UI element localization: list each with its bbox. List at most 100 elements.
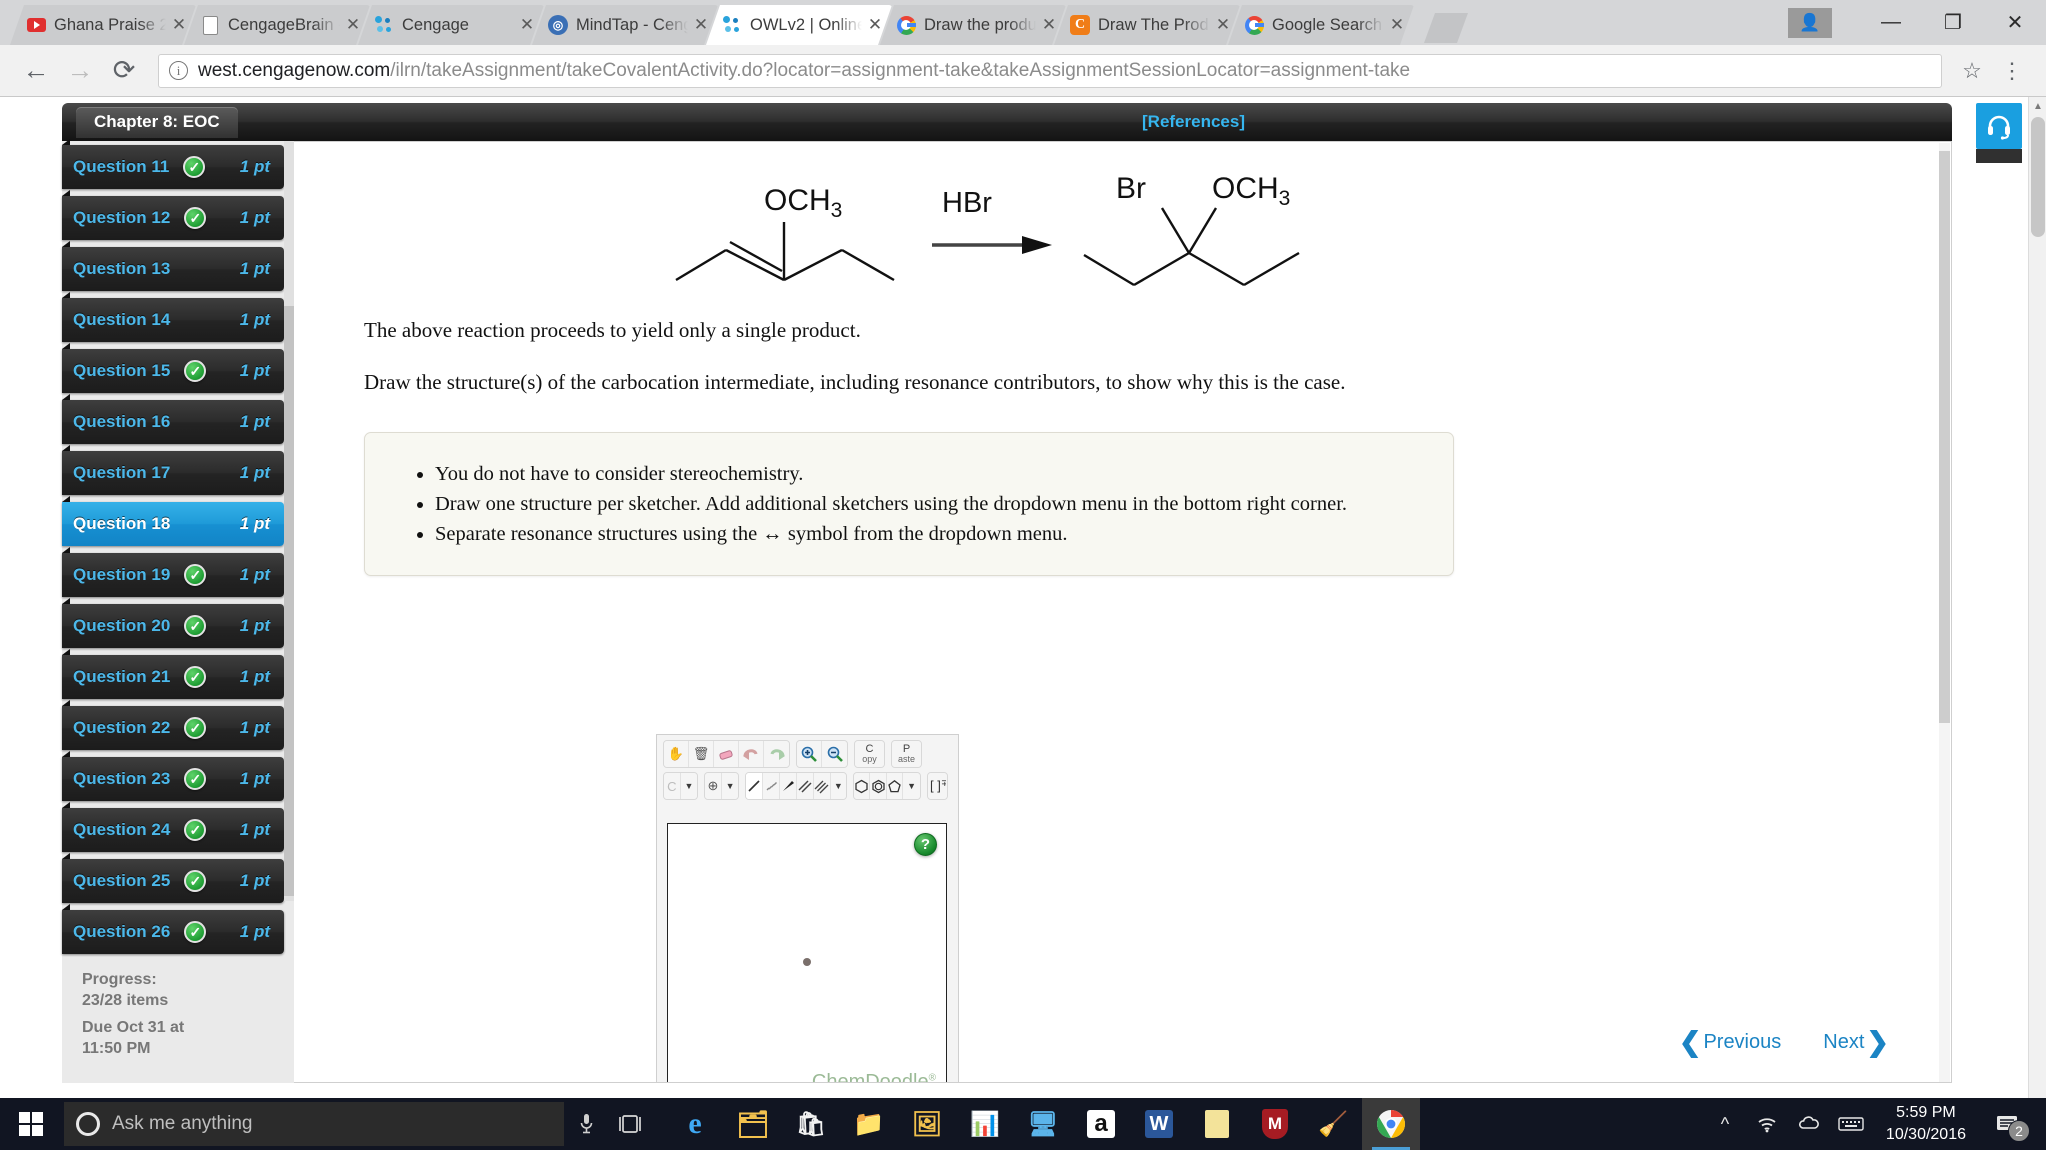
cortana-search-box[interactable]: Ask me anything	[64, 1102, 564, 1146]
tab-close-icon[interactable]: ✕	[1212, 14, 1234, 36]
redo-icon[interactable]	[764, 741, 789, 767]
chrome-icon[interactable]	[1362, 1098, 1420, 1150]
action-center-icon[interactable]: 2	[1980, 1098, 2036, 1150]
copy-icon[interactable]: Copy	[855, 741, 884, 767]
browser-tab[interactable]: C Draw The Produ ✕	[1054, 5, 1240, 45]
cyclohexane-ring-icon[interactable]	[870, 773, 887, 799]
bookmark-star-icon[interactable]: ☆	[1952, 58, 1992, 84]
maximize-button[interactable]: ❐	[1922, 0, 1984, 45]
ccleaner-icon[interactable]: 🧹	[1304, 1098, 1362, 1150]
sidebar-item-question-13[interactable]: Question 13 1 pt	[62, 241, 284, 291]
pictures-folder-icon[interactable]: 🖼	[898, 1098, 956, 1150]
sidebar-item-question-22[interactable]: Question 22 ✓ 1 pt	[62, 700, 284, 750]
sidebar-scrollbar[interactable]	[284, 141, 294, 901]
bracket-charge-icon[interactable]: [ ]∓	[927, 773, 947, 799]
remote-desktop-icon[interactable]: 🖥	[1014, 1098, 1072, 1150]
support-headset-icon[interactable]	[1976, 103, 2022, 149]
sidebar-item-question-26[interactable]: Question 26 ✓ 1 pt	[62, 904, 284, 954]
bond-dropdown-caret-icon[interactable]: ▼	[831, 773, 846, 799]
edge-icon[interactable]: e	[666, 1098, 724, 1150]
tab-close-icon[interactable]: ✕	[1038, 14, 1060, 36]
next-button[interactable]: Next ❯	[1823, 1027, 1889, 1058]
back-button[interactable]: ←	[14, 49, 58, 93]
sidebar-item-question-19[interactable]: Question 19 ✓ 1 pt	[62, 547, 284, 597]
site-info-icon[interactable]: i	[169, 61, 188, 80]
wifi-icon[interactable]	[1746, 1098, 1788, 1150]
browser-tab[interactable]: Ghana Praise 20 ✕	[10, 5, 196, 45]
charge-icon[interactable]: ⊕	[705, 773, 722, 799]
help-icon[interactable]: ?	[914, 833, 937, 856]
keyboard-icon[interactable]	[1830, 1098, 1872, 1150]
task-view-icon[interactable]	[608, 1114, 652, 1134]
undo-icon[interactable]	[739, 741, 764, 767]
cyclopentane-ring-icon[interactable]	[886, 773, 904, 799]
zoom-in-icon[interactable]	[797, 741, 822, 767]
sidebar-item-question-12[interactable]: Question 12 ✓ 1 pt	[62, 190, 284, 240]
single-bond-icon[interactable]	[746, 773, 764, 799]
tab-close-icon[interactable]: ✕	[1386, 14, 1408, 36]
references-link[interactable]: [References]	[1142, 112, 1245, 132]
sidebar-item-question-11[interactable]: Question 11 ✓ 1 pt	[62, 139, 284, 189]
browser-tab[interactable]: CengageBrain - ✕	[184, 5, 370, 45]
hand-pan-icon[interactable]: ✋	[664, 741, 689, 767]
mcafee-icon[interactable]: M	[1246, 1098, 1304, 1150]
reload-button[interactable]: ⟳	[102, 49, 146, 93]
sidebar-item-question-18[interactable]: Question 18 1 pt	[62, 496, 284, 546]
double-bond-icon[interactable]	[797, 773, 815, 799]
close-window-button[interactable]: ✕	[1984, 0, 2046, 45]
sidebar-item-question-20[interactable]: Question 20 ✓ 1 pt	[62, 598, 284, 648]
triple-bond-icon[interactable]	[814, 773, 832, 799]
powerpoint-icon[interactable]: 📊	[956, 1098, 1014, 1150]
sidebar-item-question-16[interactable]: Question 16 1 pt	[62, 394, 284, 444]
chemdoodle-sketcher[interactable]: ✋ 🗑 C opy P aste C ▼ ⊕ ▼ ▼ ▼ [] ? ChemD…	[656, 734, 959, 1082]
tab-close-icon[interactable]: ✕	[864, 14, 886, 36]
tab-close-icon[interactable]: ✕	[516, 14, 538, 36]
paste-icon[interactable]: Paste	[892, 741, 921, 767]
tab-close-icon[interactable]: ✕	[690, 14, 712, 36]
browser-tab[interactable]: Draw the produ ✕	[880, 5, 1066, 45]
charge-dropdown-caret-icon[interactable]: ▼	[721, 773, 739, 799]
file-explorer-icon[interactable]: 🗂	[724, 1098, 782, 1150]
eraser-icon[interactable]	[714, 741, 739, 767]
ring-dropdown-caret-icon[interactable]: ▼	[903, 773, 920, 799]
sidebar-item-question-17[interactable]: Question 17 1 pt	[62, 445, 284, 495]
page-scrollbar[interactable]: ▲	[2028, 97, 2046, 1098]
show-hidden-icons-icon[interactable]: ^	[1704, 1098, 1746, 1150]
address-bar[interactable]: i west.cengagenow.com /ilrn/takeAssignme…	[158, 53, 1942, 88]
sketcher-canvas[interactable]: ? ChemDoodle®	[667, 823, 947, 1082]
sidebar-item-question-14[interactable]: Question 14 1 pt	[62, 292, 284, 342]
hash-bond-icon[interactable]	[763, 773, 781, 799]
microsoft-store-icon[interactable]: 🛍	[782, 1098, 840, 1150]
word-icon[interactable]: W	[1130, 1098, 1188, 1150]
clear-canvas-icon[interactable]: 🗑	[689, 741, 714, 767]
browser-tab[interactable]: ◎ MindTap - Ceng ✕	[532, 5, 718, 45]
previous-button[interactable]: ❮ Previous	[1679, 1027, 1781, 1058]
zoom-out-icon[interactable]	[822, 741, 847, 767]
sidebar-item-question-15[interactable]: Question 15 ✓ 1 pt	[62, 343, 284, 393]
atom-dropdown-caret-icon[interactable]: ▼	[680, 773, 698, 799]
profile-avatar-icon[interactable]: 👤	[1788, 7, 1832, 38]
page-scrollbar-thumb[interactable]	[2031, 117, 2045, 237]
chrome-menu-icon[interactable]: ⋮	[1992, 58, 2032, 84]
sidebar-item-question-23[interactable]: Question 23 ✓ 1 pt	[62, 751, 284, 801]
browser-tab[interactable]: Cengage ✕	[358, 5, 544, 45]
sidebar-item-question-21[interactable]: Question 21 ✓ 1 pt	[62, 649, 284, 699]
microphone-icon[interactable]	[564, 1113, 608, 1135]
taskbar-clock[interactable]: 5:59 PM 10/30/2016	[1872, 1102, 1980, 1145]
amazon-icon[interactable]: a	[1072, 1098, 1130, 1150]
browser-tab[interactable]: OWLv2 | Online ✕	[706, 5, 892, 45]
content-scrollbar-thumb[interactable]	[1939, 151, 1950, 723]
browser-tab[interactable]: Google Search ✕	[1228, 5, 1414, 45]
tab-close-icon[interactable]: ✕	[342, 14, 364, 36]
documents-folder-icon[interactable]: 📁	[840, 1098, 898, 1150]
sidebar-item-question-25[interactable]: Question 25 ✓ 1 pt	[62, 853, 284, 903]
scroll-up-arrow-icon[interactable]: ▲	[2029, 97, 2046, 115]
new-tab-button[interactable]	[1424, 13, 1468, 43]
minimize-button[interactable]: —	[1860, 0, 1922, 45]
forward-button[interactable]: →	[58, 49, 102, 93]
onedrive-icon[interactable]	[1788, 1098, 1830, 1150]
benzene-ring-icon[interactable]	[853, 773, 871, 799]
tab-close-icon[interactable]: ✕	[168, 14, 190, 36]
content-scrollbar[interactable]	[1939, 143, 1950, 1082]
sidebar-scrollbar-thumb[interactable]	[284, 306, 294, 896]
